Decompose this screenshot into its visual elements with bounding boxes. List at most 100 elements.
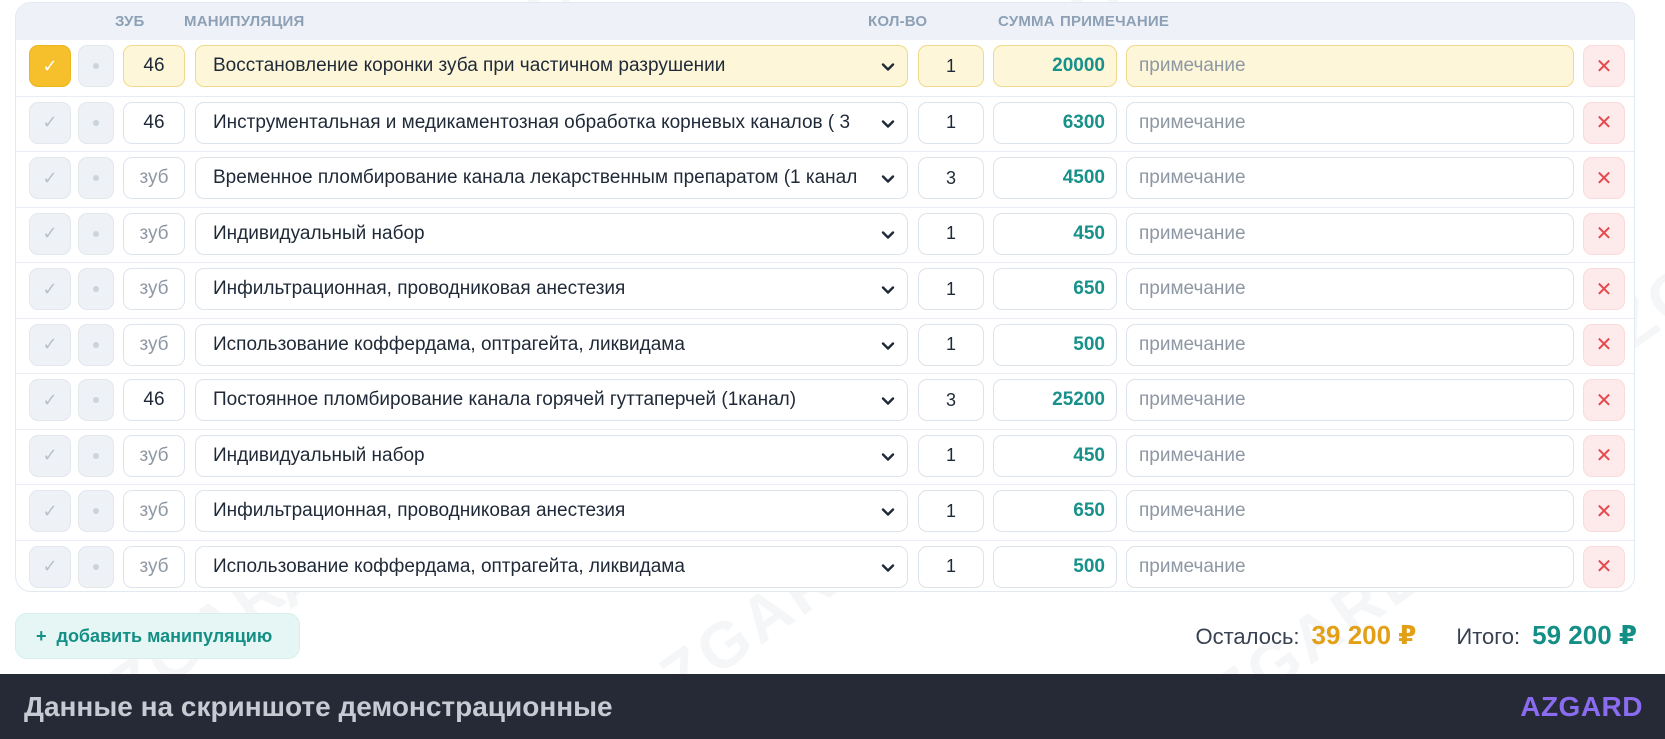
- tooth-input[interactable]: зуб: [123, 212, 185, 255]
- row-select-checkbox[interactable]: ✓: [29, 379, 71, 421]
- row-status-toggle[interactable]: [78, 268, 114, 310]
- quantity-input[interactable]: 1: [918, 212, 984, 255]
- close-icon: ✕: [1595, 389, 1613, 412]
- row-select-checkbox[interactable]: ✓: [29, 101, 71, 144]
- row-status-toggle[interactable]: [78, 157, 114, 199]
- delete-row-button[interactable]: ✕: [1583, 323, 1625, 366]
- row-select-checkbox[interactable]: ✓: [29, 45, 71, 87]
- row-select-checkbox[interactable]: ✓: [29, 323, 71, 366]
- sum-input[interactable]: 20000: [993, 45, 1117, 87]
- add-manipulation-button[interactable]: + добавить манипуляцию: [15, 613, 300, 659]
- note-input[interactable]: примечание: [1126, 45, 1574, 87]
- quantity-input[interactable]: 1: [918, 434, 984, 477]
- close-icon: ✕: [1595, 55, 1613, 78]
- note-input[interactable]: примечание: [1126, 157, 1574, 199]
- table-row: ✓ 46 Восстановление коронки зуба при час…: [16, 40, 1634, 96]
- note-input[interactable]: примечание: [1126, 434, 1574, 477]
- tooth-input[interactable]: 46: [123, 101, 185, 144]
- totals: Осталось: 39 200 ₽ Итого: 59 200 ₽: [1195, 620, 1637, 651]
- close-icon: ✕: [1595, 112, 1613, 134]
- row-status-toggle[interactable]: [78, 490, 114, 532]
- check-icon: ✓: [42, 167, 58, 188]
- delete-row-button[interactable]: ✕: [1583, 379, 1625, 421]
- check-icon: ✓: [42, 112, 58, 132]
- note-input[interactable]: примечание: [1126, 323, 1574, 366]
- sum-input[interactable]: 6300: [993, 101, 1117, 144]
- row-status-toggle[interactable]: [78, 545, 114, 588]
- delete-row-button[interactable]: ✕: [1583, 212, 1625, 255]
- note-input[interactable]: примечание: [1126, 490, 1574, 532]
- total-value: 59 200 ₽: [1532, 620, 1637, 650]
- close-icon: ✕: [1595, 278, 1613, 301]
- manipulation-value: Инструментальная и медикаментозная обраб…: [213, 111, 851, 133]
- quantity-input[interactable]: 1: [918, 545, 984, 588]
- manipulation-select[interactable]: Использование коффердама, оптрагейта, ли…: [195, 323, 908, 366]
- plus-icon: +: [36, 625, 47, 646]
- chevron-down-icon: [881, 341, 895, 350]
- row-status-toggle[interactable]: [78, 379, 114, 421]
- manipulation-value: Инфильтрационная, проводниковая анестези…: [213, 500, 626, 521]
- sum-input[interactable]: 650: [993, 268, 1117, 310]
- header-note: ПРИМЕЧАНИЕ: [1060, 13, 1170, 30]
- manipulation-select[interactable]: Индивидуальный набор: [195, 434, 908, 477]
- row-status-toggle[interactable]: [78, 101, 114, 144]
- tooth-input[interactable]: зуб: [123, 323, 185, 366]
- quantity-input[interactable]: 1: [918, 490, 984, 532]
- delete-row-button[interactable]: ✕: [1583, 101, 1625, 144]
- row-status-toggle[interactable]: [78, 323, 114, 366]
- row-select-checkbox[interactable]: ✓: [29, 157, 71, 199]
- footer-bar: Данные на скриншоте демонстрационные AZG…: [0, 674, 1665, 739]
- note-input[interactable]: примечание: [1126, 545, 1574, 588]
- row-select-checkbox[interactable]: ✓: [29, 434, 71, 477]
- sum-input[interactable]: 650: [993, 490, 1117, 532]
- quantity-input[interactable]: 1: [918, 323, 984, 366]
- chevron-down-icon: [881, 508, 895, 516]
- note-input[interactable]: примечание: [1126, 268, 1574, 310]
- row-select-checkbox[interactable]: ✓: [29, 490, 71, 532]
- footer-text: Данные на скриншоте демонстрационные: [24, 690, 613, 722]
- quantity-input[interactable]: 3: [918, 379, 984, 421]
- note-input[interactable]: примечание: [1126, 379, 1574, 421]
- quantity-input[interactable]: 3: [918, 157, 984, 199]
- sum-input[interactable]: 500: [993, 545, 1117, 588]
- tooth-input[interactable]: 46: [123, 45, 185, 87]
- tooth-input[interactable]: зуб: [123, 157, 185, 199]
- tooth-input[interactable]: зуб: [123, 434, 185, 477]
- tooth-input[interactable]: зуб: [123, 545, 185, 588]
- manipulation-select[interactable]: Использование коффердама, оптрагейта, ли…: [195, 545, 908, 588]
- manipulation-select[interactable]: Временное пломбирование канала лекарстве…: [195, 157, 908, 199]
- manipulation-select[interactable]: Индивидуальный набор: [195, 212, 908, 255]
- delete-row-button[interactable]: ✕: [1583, 434, 1625, 477]
- chevron-down-icon: [881, 286, 895, 294]
- check-icon: ✓: [42, 278, 58, 299]
- delete-row-button[interactable]: ✕: [1583, 45, 1625, 87]
- manipulation-select[interactable]: Постоянное пломбирование канала горячей …: [195, 379, 908, 421]
- sum-input[interactable]: 4500: [993, 157, 1117, 199]
- note-input[interactable]: примечание: [1126, 212, 1574, 255]
- tooth-input[interactable]: 46: [123, 379, 185, 421]
- sum-input[interactable]: 450: [993, 434, 1117, 477]
- sum-input[interactable]: 500: [993, 323, 1117, 366]
- delete-row-button[interactable]: ✕: [1583, 157, 1625, 199]
- row-select-checkbox[interactable]: ✓: [29, 268, 71, 310]
- sum-input[interactable]: 25200: [993, 379, 1117, 421]
- row-select-checkbox[interactable]: ✓: [29, 212, 71, 255]
- manipulation-select[interactable]: Инфильтрационная, проводниковая анестези…: [195, 268, 908, 310]
- quantity-input[interactable]: 1: [918, 45, 984, 87]
- delete-row-button[interactable]: ✕: [1583, 268, 1625, 310]
- manipulation-select[interactable]: Инструментальная и медикаментозная обраб…: [195, 101, 908, 144]
- sum-input[interactable]: 450: [993, 212, 1117, 255]
- delete-row-button[interactable]: ✕: [1583, 545, 1625, 588]
- row-status-toggle[interactable]: [78, 45, 114, 87]
- row-status-toggle[interactable]: [78, 434, 114, 477]
- row-select-checkbox[interactable]: ✓: [29, 545, 71, 588]
- manipulation-select[interactable]: Инфильтрационная, проводниковая анестези…: [195, 490, 908, 532]
- quantity-input[interactable]: 1: [918, 101, 984, 144]
- delete-row-button[interactable]: ✕: [1583, 490, 1625, 532]
- quantity-input[interactable]: 1: [918, 268, 984, 310]
- tooth-input[interactable]: зуб: [123, 268, 185, 310]
- row-status-toggle[interactable]: [78, 212, 114, 255]
- note-input[interactable]: примечание: [1126, 101, 1574, 144]
- tooth-input[interactable]: зуб: [123, 490, 185, 532]
- manipulation-select[interactable]: Восстановление коронки зуба при частично…: [195, 45, 908, 87]
